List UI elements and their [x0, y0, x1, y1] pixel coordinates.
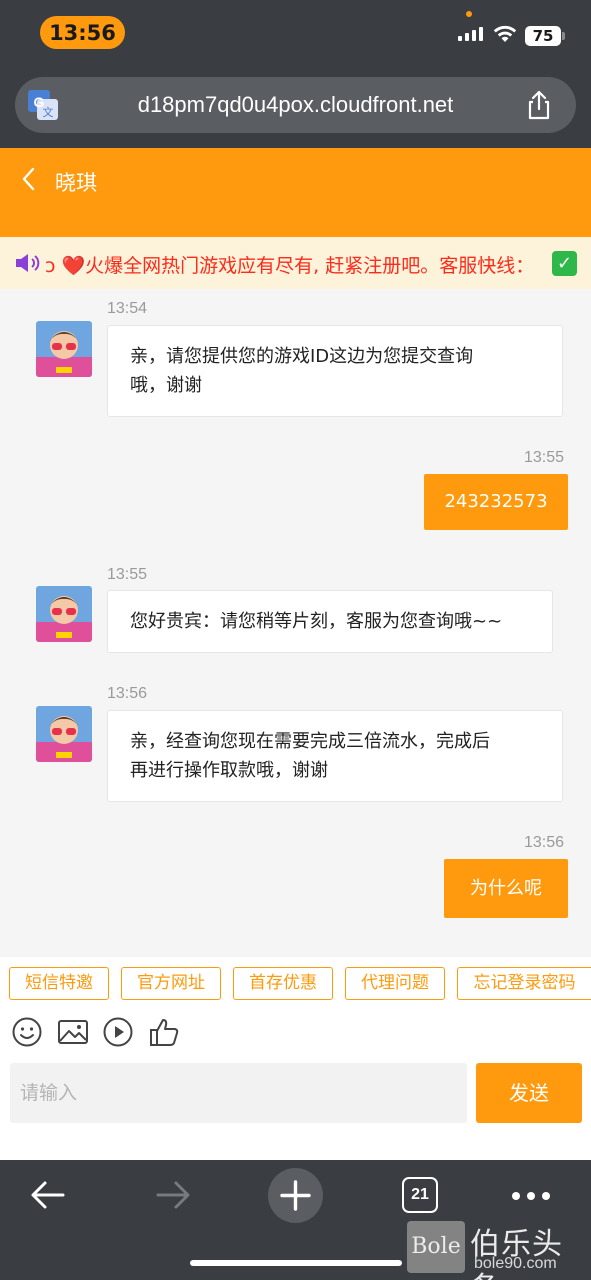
status-time: 13:56 — [40, 16, 125, 49]
back-chevron-icon[interactable] — [18, 166, 38, 192]
quick-reply-button[interactable]: 代理问题 — [345, 967, 445, 1000]
message-line: 再进行操作取款哦，谢谢 — [130, 760, 328, 781]
message-line: 亲，请您提供您的游戏ID这边为您提交查询 — [130, 346, 474, 367]
url-text[interactable]: d18pm7qd0u4pox.cloudfront.net — [15, 77, 576, 133]
marquee-text: ↄ ❤️火爆全网热门游戏应有尽有, 赶紧注册吧。客服快线： — [45, 255, 535, 277]
watermark-logo: Bole — [407, 1221, 465, 1273]
speaker-icon — [16, 254, 40, 272]
user-message-bubble: 为什么呢 — [444, 859, 568, 918]
share-icon[interactable] — [523, 89, 555, 121]
send-button[interactable]: 发送 — [476, 1063, 582, 1123]
address-bar[interactable]: G 文 d18pm7qd0u4pox.cloudfront.net — [15, 77, 576, 133]
message-line: 亲，经查询您现在需要完成三倍流水，完成后 — [130, 731, 490, 752]
check-icon: ✓ — [552, 251, 577, 276]
watermark-site: bole90.com — [474, 1255, 557, 1272]
message-line: 您好贵宾：请您稍等片刻，客服为您查询哦~~ — [130, 611, 503, 632]
thumbs-up-icon[interactable] — [148, 1016, 180, 1048]
composer-area: 短信特邀 官方网址 首存优惠 代理问题 忘记登录密码 发送 — [0, 957, 591, 1160]
message-timestamp: 13:56 — [107, 685, 148, 702]
agent-message-bubble: 亲，请您提供您的游戏ID这边为您提交查询 哦，谢谢 — [107, 325, 563, 417]
forward-arrow-icon[interactable] — [155, 1180, 191, 1210]
browser-top-chrome: 13:56 75 G 文 d18pm7qd0u4pox.cloudfront.n… — [0, 0, 591, 148]
message-timestamp: 13:56 — [524, 834, 565, 851]
quick-reply-button[interactable]: 首存优惠 — [233, 967, 333, 1000]
agent-avatar — [36, 706, 92, 762]
new-tab-button[interactable] — [268, 1168, 323, 1223]
more-icon[interactable] — [512, 1192, 550, 1200]
user-message-bubble: 243232573 — [424, 474, 568, 530]
emoji-icon[interactable] — [11, 1016, 43, 1048]
home-indicator — [190, 1260, 402, 1266]
message-timestamp: 13:55 — [524, 449, 565, 466]
agent-avatar — [36, 321, 92, 377]
message-timestamp: 13:54 — [107, 300, 148, 317]
battery-indicator: 75 — [525, 26, 561, 46]
tabs-icon[interactable]: 21 — [402, 1177, 438, 1213]
agent-avatar — [36, 586, 92, 642]
cellular-signal-icon — [458, 27, 483, 41]
agent-message-bubble: 您好贵宾：请您稍等片刻，客服为您查询哦~~ — [107, 590, 553, 653]
quick-reply-button[interactable]: 忘记登录密码 — [457, 967, 591, 1000]
quick-reply-button[interactable]: 官方网址 — [121, 967, 221, 1000]
video-icon[interactable] — [102, 1016, 134, 1048]
privacy-indicator-dot — [466, 11, 472, 17]
message-list[interactable]: 13:54 亲，请您提供您的游戏ID这边为您提交查询 哦，谢谢 13:55 24… — [0, 289, 591, 957]
quick-reply-button[interactable]: 短信特邀 — [9, 967, 109, 1000]
image-icon[interactable] — [57, 1016, 89, 1048]
wifi-icon — [493, 25, 517, 42]
chat-title: 晓琪 — [55, 171, 97, 195]
message-timestamp: 13:55 — [107, 566, 148, 583]
announcement-marquee: ↄ ❤️火爆全网热门游戏应有尽有, 赶紧注册吧。客服快线： ✓ — [0, 237, 591, 289]
agent-message-bubble: 亲，经查询您现在需要完成三倍流水，完成后 再进行操作取款哦，谢谢 — [107, 710, 563, 802]
message-input[interactable] — [10, 1063, 467, 1123]
chat-header: 晓琪 — [0, 148, 591, 237]
message-line: 哦，谢谢 — [130, 375, 202, 396]
plus-icon — [280, 1180, 311, 1211]
battery-tip — [562, 32, 565, 40]
back-arrow-icon[interactable] — [30, 1180, 66, 1210]
